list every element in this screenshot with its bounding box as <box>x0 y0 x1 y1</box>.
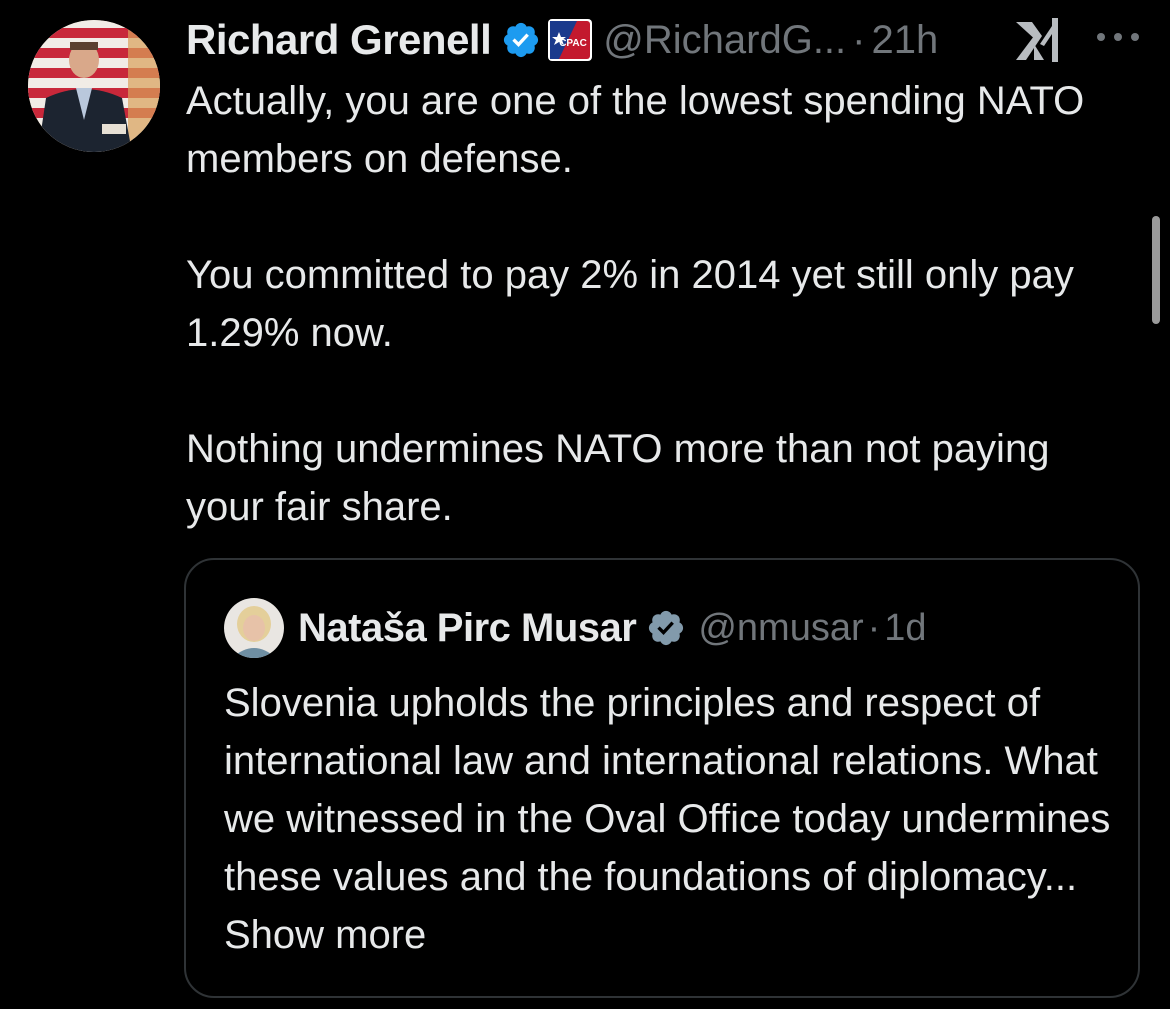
tweet-header: Richard Grenell CPAC @RichardG... · 21h <box>186 12 938 68</box>
more-options-icon[interactable] <box>1094 30 1142 44</box>
author-avatar[interactable] <box>28 20 160 152</box>
tweet-screen: Richard Grenell CPAC @RichardG... · 21h <box>0 0 1170 1009</box>
quoted-author-avatar[interactable] <box>224 598 284 658</box>
separator-dot: · <box>852 17 866 62</box>
quoted-author-display-name[interactable]: Nataša Pirc Musar <box>298 606 637 651</box>
quoted-tweet-card[interactable]: Nataša Pirc Musar @nmusar · 1d Slovenia … <box>184 558 1140 998</box>
scrollbar-thumb[interactable] <box>1152 216 1160 324</box>
separator-dot: · <box>867 606 881 649</box>
show-more-link[interactable]: Show more <box>224 913 426 957</box>
tweet-body: Actually, you are one of the lowest spen… <box>186 72 1136 536</box>
author-display-name[interactable]: Richard Grenell <box>186 16 492 64</box>
svg-text:CPAC: CPAC <box>559 38 587 49</box>
tweet-timestamp[interactable]: 21h <box>871 18 938 63</box>
tweet-paragraph: Actually, you are one of the lowest spen… <box>186 79 1085 181</box>
verified-badge-icon[interactable] <box>646 608 686 648</box>
tweet-paragraph: Nothing undermines NATO more than not pa… <box>186 427 1050 529</box>
quoted-tweet-text: Slovenia upholds the principles and resp… <box>224 681 1111 899</box>
quoted-author-handle[interactable]: @nmusar <box>698 607 863 650</box>
grok-icon[interactable] <box>1012 14 1064 66</box>
quoted-tweet-header: Nataša Pirc Musar @nmusar · 1d <box>298 600 927 656</box>
tweet-paragraph: You committed to pay 2% in 2014 yet stil… <box>186 253 1074 355</box>
quoted-tweet-body: Slovenia upholds the principles and resp… <box>224 674 1114 964</box>
verified-badge-icon[interactable] <box>501 20 541 60</box>
cpac-badge-icon[interactable]: CPAC <box>547 18 593 62</box>
quoted-tweet-timestamp[interactable]: 1d <box>884 607 926 650</box>
author-handle[interactable]: @RichardG... <box>603 18 846 63</box>
